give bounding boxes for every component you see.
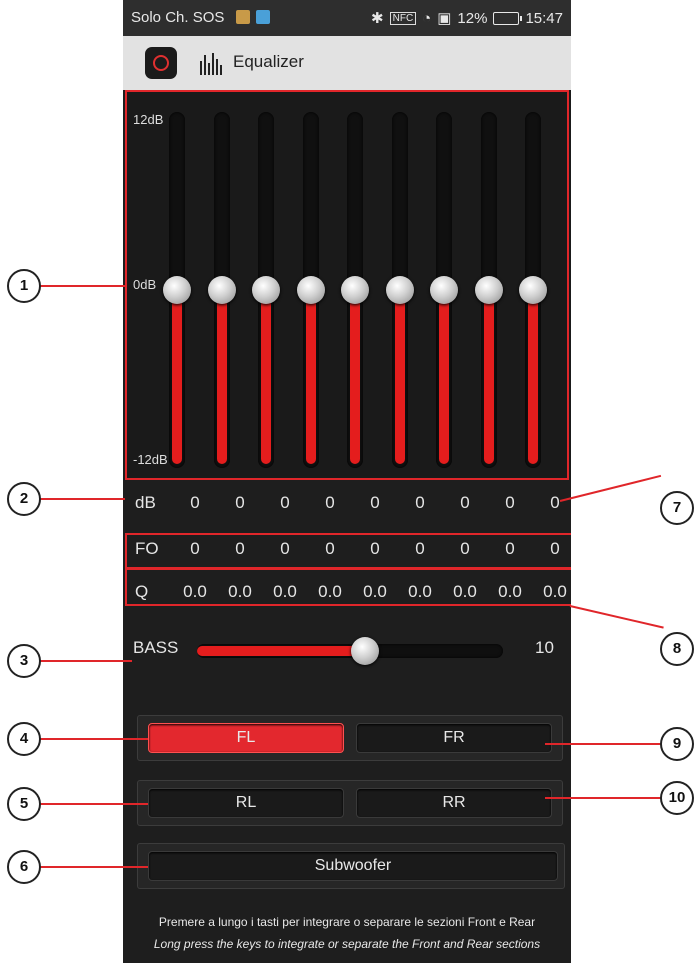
bass-slider-track[interactable] [197,637,503,665]
db-value: 0 [325,493,335,512]
notice-english: Long press the keys to integrate or sepa… [153,937,541,951]
q-row-highlight [125,568,571,606]
wifi-icon: ◔ [422,9,432,27]
rear-channel-group: RL RR [137,780,563,826]
callout-7-line [559,474,662,502]
callout-2-line [40,498,125,500]
fl-button[interactable]: FL [148,723,344,753]
callout-1-line [40,285,125,287]
nfc-icon: NFC [389,11,417,25]
db-value: 0 [235,493,245,512]
app-bar: Equalizer [123,36,571,90]
callout-8: 8 [660,632,694,666]
front-channel-group: FL FR [137,715,563,761]
db-value: 0 [190,493,200,512]
app-logo-icon[interactable] [145,47,177,79]
status-icons: ✱ NFC ◔ ▣ 12% 15:47 [371,9,563,28]
callout-4: 4 [7,722,41,756]
carrier-label: Solo Ch. SOS [131,9,225,26]
callout-5-line [40,803,148,805]
db-value: 0 [280,493,290,512]
app-title: Equalizer [233,52,304,71]
db-value: 0 [415,493,425,512]
db-value: 0 [460,493,470,512]
eq-panel-highlight [125,90,569,480]
callout-6-line [40,866,148,868]
fr-button[interactable]: FR [356,723,552,753]
bass-label: BASS [133,638,179,657]
bass-control: BASS 10 [123,628,571,682]
callout-9-line [545,743,661,745]
subwoofer-button[interactable]: Subwoofer [148,851,558,881]
battery-saver-icon: ▣ [437,10,452,27]
db-value: 0 [370,493,380,512]
bass-slider-fill [197,646,366,656]
status-bar: Solo Ch. SOS ✱ NFC ◔ ▣ 12% 15:47 [123,0,571,36]
bass-slider-knob[interactable] [351,637,380,665]
bass-value: 10 [535,638,554,657]
clock: 15:47 [525,9,563,27]
phone-screen: Solo Ch. SOS ✱ NFC ◔ ▣ 12% 15:47 Equaliz… [123,0,571,963]
callout-7: 7 [660,491,694,525]
callout-10: 10 [660,781,694,815]
callout-3: 3 [7,644,41,678]
battery-icon [493,11,523,25]
db-value: 0 [550,493,560,512]
callout-5: 5 [7,787,41,821]
app-notification-icon [256,10,270,24]
bluetooth-icon: ✱ [371,10,384,27]
fo-row-highlight [125,533,571,569]
rl-button[interactable]: RL [148,788,344,818]
equalizer-icon[interactable] [199,51,225,75]
callout-8-line [569,605,664,629]
callout-2: 2 [7,482,41,516]
callout-1: 1 [7,269,41,303]
callout-3-line [40,660,132,662]
subwoofer-group: Subwoofer [137,843,565,889]
callout-4-line [40,738,148,740]
callout-10-line [545,797,661,799]
db-row-label: dB [135,493,156,512]
rr-button[interactable]: RR [356,788,552,818]
battery-percent: 12% [457,9,488,27]
callout-9: 9 [660,727,694,761]
callout-6: 6 [7,850,41,884]
notification-icon [236,10,250,24]
db-row: dB 0 0 0 0 0 0 0 0 0 [123,489,571,517]
notice-italian: Premere a lungo i tasti per integrare o … [158,915,536,929]
db-value: 0 [505,493,515,512]
